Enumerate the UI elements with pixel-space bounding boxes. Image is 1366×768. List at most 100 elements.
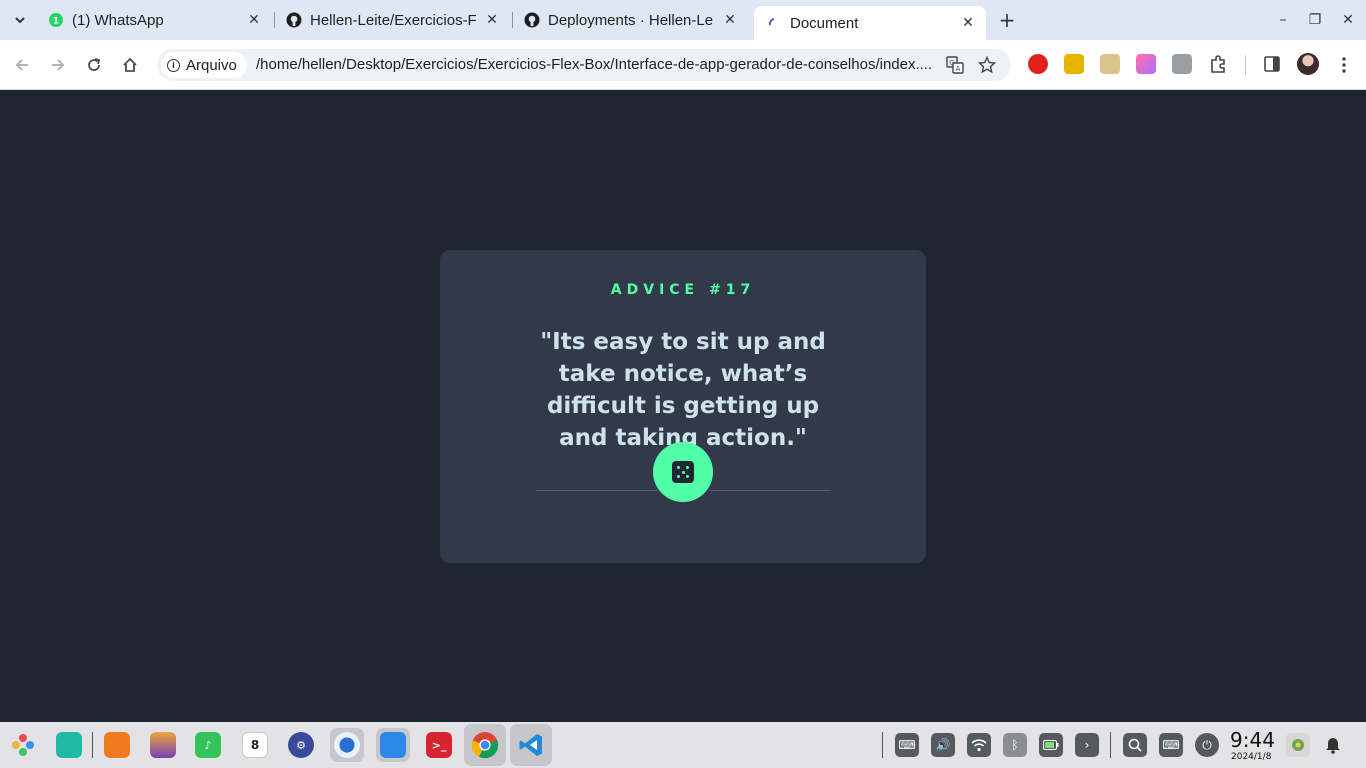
tab-close-icon[interactable]: ✕ (244, 10, 264, 30)
battery-icon[interactable] (1039, 733, 1063, 757)
bluetooth-icon[interactable]: ᛒ (1003, 733, 1027, 757)
extensions-puzzle-icon[interactable] (1208, 54, 1228, 74)
power-icon[interactable]: ⏻ (1195, 733, 1219, 757)
advice-card: ADVICE #17 "Its easy to sit up and take … (440, 250, 926, 563)
tab-document[interactable]: Document ✕ (754, 6, 986, 40)
address-bar[interactable]: i Arquivo /home/hellen/Desktop/Exercicio… (157, 49, 1011, 81)
divider-line-left (536, 490, 658, 491)
tab-whatsapp[interactable]: 1 (1) WhatsApp ✕ (36, 6, 272, 34)
browser-toolbar: i Arquivo /home/hellen/Desktop/Exercicio… (0, 40, 1366, 90)
taskbar: ♪ 8 ⚙ >_ ⌨ 🔊 ᛒ › ⌨ ⏻ 9:44 2024/1/8 (0, 722, 1366, 768)
info-icon: i (167, 58, 180, 72)
photos-icon (150, 732, 176, 758)
site-info-chip[interactable]: i Arquivo (161, 52, 247, 78)
app-file-manager[interactable] (52, 728, 86, 762)
svg-text:A: A (956, 65, 961, 73)
side-panel-icon[interactable] (1262, 54, 1282, 74)
translate-icon[interactable]: GA (945, 55, 965, 75)
clock-date: 2024/1/8 (1231, 752, 1272, 762)
tab-title: Deployments · Hellen-Le (548, 11, 714, 29)
tab-close-icon[interactable]: ✕ (720, 10, 740, 30)
extension-folder-icon[interactable] (1064, 54, 1084, 74)
new-advice-button[interactable] (653, 442, 713, 502)
tab-title: (1) WhatsApp (72, 11, 164, 29)
taskbar-divider (882, 732, 883, 758)
settings-gear-icon: ⚙ (288, 732, 314, 758)
back-button[interactable] (9, 52, 35, 78)
security-label: Arquivo (186, 56, 237, 74)
arrow-right-icon (52, 59, 65, 71)
taskbar-divider (1110, 732, 1111, 758)
minimize-button[interactable]: – (1273, 10, 1293, 30)
new-tab-button[interactable]: + (996, 8, 1018, 32)
home-icon (123, 57, 137, 72)
app-music[interactable]: ♪ (191, 728, 225, 762)
launcher-button[interactable] (6, 728, 40, 762)
extension-note-icon[interactable] (1100, 54, 1120, 74)
app-calendar[interactable]: 8 (238, 728, 272, 762)
app-installer[interactable] (376, 728, 410, 762)
clock-time[interactable]: 9:44 (1230, 728, 1275, 752)
app-terminal[interactable]: >_ (422, 728, 456, 762)
bookmark-star-icon[interactable] (977, 55, 997, 75)
close-window-button[interactable]: ✕ (1338, 10, 1358, 30)
calendar-icon: 8 (242, 732, 268, 758)
tab-search-button[interactable] (8, 8, 32, 32)
advice-quote: "Its easy to sit up and take notice, wha… (540, 329, 826, 451)
page-loading-icon (766, 15, 782, 31)
terminal-icon: >_ (426, 732, 452, 758)
tab-title: Document (790, 14, 859, 32)
profile-avatar[interactable] (1297, 53, 1319, 75)
volume-icon[interactable]: 🔊 (931, 733, 955, 757)
more-vertical-icon (1342, 57, 1346, 73)
extension-copy-icon[interactable] (1172, 54, 1192, 74)
svg-text:1: 1 (53, 17, 59, 27)
toolbar-divider (1245, 55, 1246, 75)
browser-alt-icon (334, 732, 360, 758)
restore-button[interactable]: ❐ (1305, 10, 1325, 30)
wifi-icon[interactable] (967, 733, 991, 757)
tab-close-icon[interactable]: ✕ (958, 13, 978, 33)
app-store[interactable] (100, 728, 134, 762)
tab-close-icon[interactable]: ✕ (482, 10, 502, 30)
reload-button[interactable] (81, 52, 107, 78)
music-note-icon: ♪ (195, 732, 221, 758)
folder-icon (56, 732, 82, 758)
installer-icon (380, 732, 406, 758)
store-bag-icon (104, 732, 130, 758)
search-icon[interactable] (1123, 733, 1147, 757)
app-photos[interactable] (146, 728, 180, 762)
app-vscode[interactable] (510, 724, 552, 766)
app-browser-alt[interactable] (330, 728, 364, 762)
github-icon (524, 12, 540, 28)
tab-github-deployments[interactable]: Deployments · Hellen-Le ✕ (512, 6, 748, 34)
arrow-left-icon (15, 59, 28, 71)
vscode-icon (519, 734, 542, 756)
tray-app-icon[interactable] (1286, 733, 1310, 757)
home-button[interactable] (117, 52, 143, 78)
app-settings[interactable]: ⚙ (284, 728, 318, 762)
tab-github-repo[interactable]: Hellen-Leite/Exercicios-F ✕ (274, 6, 510, 34)
forward-button[interactable] (45, 52, 71, 78)
chevron-down-icon (15, 17, 25, 24)
page-viewport: ADVICE #17 "Its easy to sit up and take … (0, 90, 1366, 722)
divider-line-right (709, 490, 831, 491)
taskbar-divider (92, 732, 93, 758)
advice-id: ADVICE #17 (610, 282, 756, 298)
tab-title: Hellen-Leite/Exercicios-F (310, 11, 477, 29)
extension-adblock-icon[interactable] (1028, 54, 1048, 74)
launcher-icon (12, 734, 34, 756)
reload-icon (88, 58, 101, 71)
tray-expand-icon[interactable]: › (1075, 733, 1099, 757)
url-text[interactable]: /home/hellen/Desktop/Exercicios/Exercici… (256, 56, 932, 73)
chrome-icon (471, 732, 499, 759)
dice-icon (672, 461, 694, 483)
keyboard-layout-icon[interactable]: ⌨ (895, 733, 919, 757)
extension-color-icon[interactable] (1136, 54, 1156, 74)
browser-menu-button[interactable] (1335, 54, 1353, 76)
on-screen-keyboard-icon[interactable]: ⌨ (1159, 733, 1183, 757)
tab-strip: 1 (1) WhatsApp ✕ Hellen-Leite/Exercicios… (0, 0, 1366, 40)
app-chrome[interactable] (464, 724, 506, 766)
notification-bell-icon[interactable] (1321, 733, 1345, 757)
github-icon (286, 12, 302, 28)
